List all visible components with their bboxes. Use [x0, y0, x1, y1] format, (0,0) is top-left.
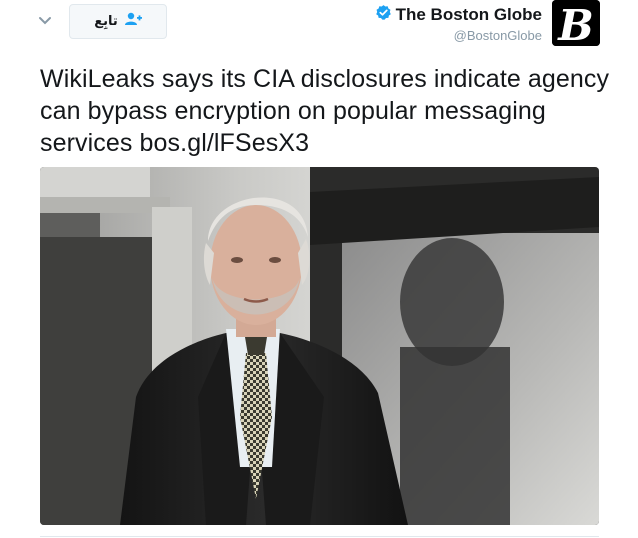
follow-button[interactable]: تابِع: [69, 4, 167, 39]
name-row: The Boston Globe: [375, 5, 542, 25]
photo-illustration: [40, 167, 599, 525]
tweet-text-body: WikiLeaks says its CIA disclosures indic…: [40, 65, 610, 157]
add-user-icon: [124, 12, 142, 31]
account-handle[interactable]: @BostonGlobe: [375, 27, 542, 45]
tweet-link[interactable]: bos.gl/lFSesX3: [140, 129, 310, 157]
avatar-letter: B: [557, 1, 594, 46]
display-name[interactable]: The Boston Globe: [396, 5, 542, 25]
tweet-photo[interactable]: [40, 167, 599, 525]
tweet-card: تابِع The Boston Globe @BostonGlobe B Wi…: [0, 0, 638, 538]
follow-button-label: تابِع: [94, 14, 118, 29]
verified-badge-icon: [375, 4, 392, 26]
avatar[interactable]: B: [552, 0, 600, 46]
account-info[interactable]: The Boston Globe @BostonGlobe: [375, 5, 542, 45]
divider: [40, 536, 599, 537]
tweet-text: WikiLeaks says its CIA disclosures indic…: [40, 63, 610, 159]
chevron-down-icon[interactable]: [36, 12, 54, 30]
